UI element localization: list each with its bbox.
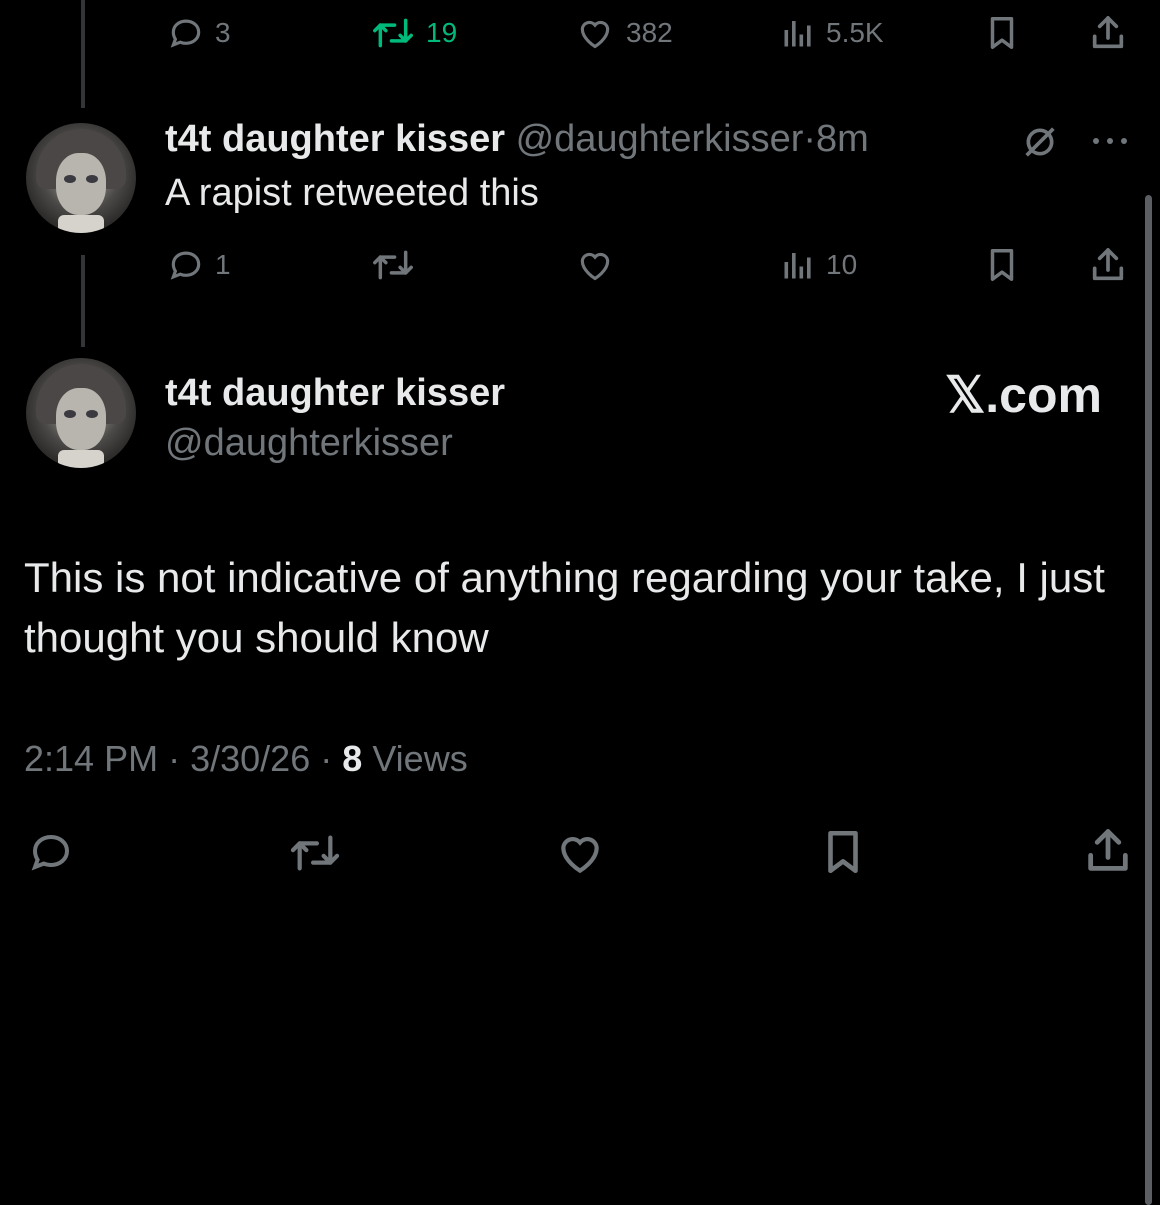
comment-icon <box>25 828 77 876</box>
share-icon <box>1082 824 1134 878</box>
comment-icon <box>167 14 205 52</box>
timestamp[interactable]: 8m <box>816 118 869 160</box>
tweet-date[interactable]: 3/30/26 <box>190 738 310 779</box>
views-count: 5.5K <box>826 17 884 48</box>
separator: · <box>320 738 333 779</box>
retweet-button[interactable] <box>285 830 345 876</box>
display-name[interactable]: t4t daughter kisser <box>165 118 505 160</box>
reply-action[interactable]: 3 <box>167 14 231 52</box>
retweet-action[interactable] <box>370 246 416 284</box>
bookmark-action[interactable] <box>983 12 1021 54</box>
share-icon <box>1088 12 1128 54</box>
display-name[interactable]: t4t daughter kisser <box>165 372 505 415</box>
share-button[interactable] <box>1082 824 1134 878</box>
retweet-icon <box>285 830 345 876</box>
separator: · <box>168 738 181 779</box>
avatar[interactable] <box>26 123 136 233</box>
bookmark-action[interactable] <box>983 244 1021 286</box>
separator: · <box>803 118 817 160</box>
reply-text: A rapist retweeted this <box>165 172 539 214</box>
heart-icon <box>574 246 616 284</box>
reply-action[interactable]: 1 <box>167 246 231 284</box>
bookmark-icon <box>818 826 868 878</box>
reply-header: t4t daughter kisser @daughterkisser·8m <box>165 118 869 161</box>
heart-icon <box>553 828 607 878</box>
bookmark-icon <box>983 12 1021 54</box>
views-icon <box>780 246 816 284</box>
comment-icon <box>167 246 205 284</box>
bookmark-icon <box>983 244 1021 286</box>
retweet-icon <box>370 14 416 52</box>
reply-count: 1 <box>215 249 231 280</box>
share-icon <box>1088 244 1128 286</box>
hide-reply-icon[interactable] <box>1020 122 1060 167</box>
like-button[interactable] <box>553 828 607 878</box>
handle[interactable]: @daughterkisser <box>516 118 804 160</box>
thread-line-middle <box>81 255 85 347</box>
views-count: 8 <box>342 738 363 779</box>
views-icon <box>780 14 816 52</box>
retweet-count: 19 <box>426 17 458 48</box>
tweet-meta: 2:14 PM · 3/30/26 · 8 Views <box>24 738 468 780</box>
reply-button[interactable] <box>25 828 77 876</box>
views-action[interactable]: 5.5K <box>780 14 884 52</box>
more-icon[interactable] <box>1090 134 1130 153</box>
bookmark-button[interactable] <box>818 826 868 878</box>
share-action[interactable] <box>1088 244 1128 286</box>
like-action[interactable]: 382 <box>574 14 673 52</box>
avatar[interactable] <box>26 358 136 468</box>
tweet-time[interactable]: 2:14 PM <box>24 738 158 779</box>
tweet-text: This is not indicative of anything regar… <box>24 554 1105 661</box>
retweet-icon <box>370 246 416 284</box>
scrollbar[interactable] <box>1145 195 1152 1205</box>
handle[interactable]: @daughterkisser <box>165 422 453 465</box>
share-action[interactable] <box>1088 12 1128 54</box>
reply-count: 3 <box>215 17 231 48</box>
heart-icon <box>574 14 616 52</box>
views-label: Views <box>372 738 468 779</box>
views-action[interactable]: 10 <box>780 246 857 284</box>
views-count: 10 <box>826 249 858 280</box>
like-count: 382 <box>626 17 673 48</box>
like-action[interactable] <box>574 246 616 284</box>
retweet-action[interactable]: 19 <box>370 14 457 52</box>
watermark: 𝕏.com <box>945 367 1102 423</box>
thread-line-top <box>81 0 85 108</box>
